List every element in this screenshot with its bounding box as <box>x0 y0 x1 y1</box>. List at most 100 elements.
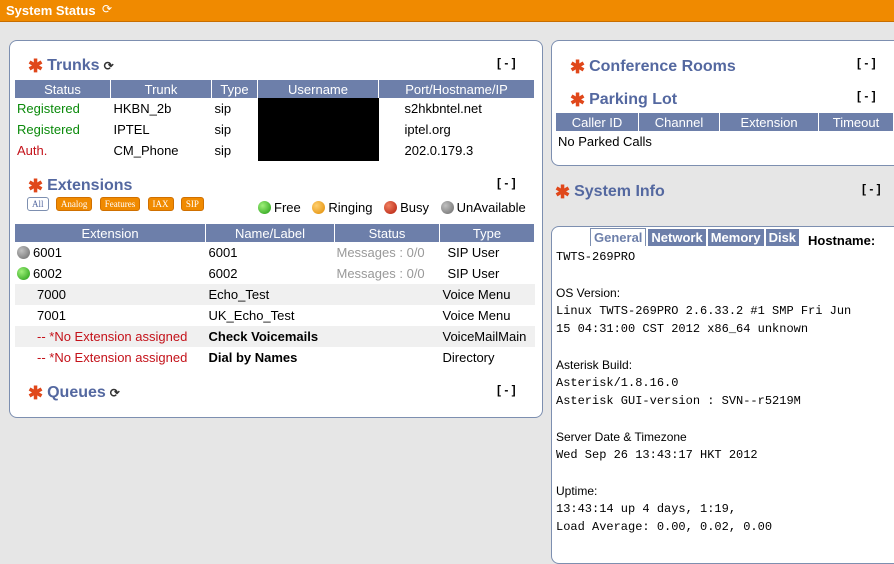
username-redacted <box>257 98 379 119</box>
username-redacted <box>257 119 379 140</box>
ext-status <box>334 284 440 305</box>
col-name: Name/Label <box>205 224 335 242</box>
extensions-title: ✱ Extensions <box>28 176 133 196</box>
tab-memory[interactable]: Memory <box>707 229 764 246</box>
trunk-host: s2hkbntel.net <box>404 101 482 116</box>
asterisk-line-2: Asterisk GUI-version : SVN--r5219M <box>556 394 801 408</box>
ext-name: UK_Echo_Test <box>208 308 295 323</box>
table-row: Registered HKBN_2b sip s2hkbntel.net <box>15 98 535 119</box>
parking-table: Caller ID Channel Extension Timeout No P… <box>556 113 894 152</box>
grey-dot-icon <box>17 246 30 259</box>
system-info-toggle[interactable]: [ - ] <box>862 182 881 196</box>
table-row: 7000 Echo_Test Voice Menu <box>15 284 535 305</box>
extensions-table: Extension Name/Label Status Type 6001 60… <box>15 224 535 368</box>
col-status: Status <box>15 80 111 98</box>
red-dot-icon <box>384 201 398 214</box>
table-row: Registered IPTEL sip iptel.org <box>15 119 535 140</box>
col-status: Status <box>334 224 440 242</box>
star-icon: ✱ <box>570 90 586 110</box>
grey-dot-icon <box>440 201 454 214</box>
parking-empty: No Parked Calls <box>558 134 652 149</box>
extension-filters: All Analog Features IAX SIP <box>27 196 208 211</box>
date-value: Wed Sep 26 13:43:17 HKT 2012 <box>556 448 758 462</box>
asterisk-label: Asterisk Build: <box>556 358 633 372</box>
col-username: Username <box>257 80 379 98</box>
ext-number: 7000 <box>15 284 206 305</box>
refresh-icon[interactable]: ⟳ <box>110 386 120 400</box>
conference-title: ✱ Conference Rooms <box>570 57 736 77</box>
status-legend: Free Ringing Busy UnAvailable <box>258 200 534 215</box>
system-info-title: ✱ System Info <box>555 182 665 202</box>
filter-analog[interactable]: Analog <box>55 197 93 211</box>
trunk-type: sip <box>214 101 232 116</box>
ext-name: Dial by Names <box>208 350 298 365</box>
legend-busy: Busy <box>384 200 429 215</box>
col-type: Type <box>211 80 258 98</box>
col-channel: Channel <box>638 113 720 131</box>
table-row: -- *No Extension assigned Dial by Names … <box>15 347 535 368</box>
star-icon: ✱ <box>28 176 44 196</box>
filter-all[interactable]: All <box>27 197 49 211</box>
ext-name: 6001 <box>208 245 238 260</box>
os-line-1: Linux TWTS-269PRO 2.6.33.2 #1 SMP Fri Ju… <box>556 304 852 318</box>
legend-unavailable: UnAvailable <box>440 200 526 215</box>
trunks-title: ✱ Trunks ⟳ <box>28 56 114 76</box>
green-dot-icon <box>258 201 271 214</box>
username-redacted <box>257 140 379 161</box>
trunk-type: sip <box>214 143 232 158</box>
ext-type: SIP User <box>447 266 500 281</box>
filter-iax[interactable]: IAX <box>147 197 174 211</box>
trunk-status: Auth. <box>17 143 48 158</box>
filter-sip[interactable]: SIP <box>180 197 204 211</box>
ext-status: Messages : 0/0 <box>336 245 425 260</box>
table-row: Auth. CM_Phone sip 202.0.179.3 <box>15 140 535 161</box>
col-caller-id: Caller ID <box>556 113 639 131</box>
tab-general[interactable]: General <box>590 228 647 246</box>
tab-disk[interactable]: Disk <box>765 229 800 246</box>
trunks-toggle[interactable]: [ - ] <box>497 56 516 70</box>
star-icon: ✱ <box>28 383 44 403</box>
trunk-host: iptel.org <box>404 122 451 137</box>
trunk-name: HKBN_2b <box>113 101 172 116</box>
hostname-value: TWTS-269PRO <box>556 250 636 264</box>
tab-network[interactable]: Network <box>648 229 706 246</box>
uptime-label: Uptime: <box>556 484 598 498</box>
ext-number: 6001 <box>15 242 206 263</box>
ext-type: Voice Menu <box>442 308 511 323</box>
ext-type: VoiceMailMain <box>439 326 535 347</box>
trunks-table: Status Trunk Type Username Port/Hostname… <box>15 80 535 161</box>
ext-number: -- *No Extension assigned <box>15 326 206 347</box>
hostname-label: Hostname: <box>808 233 876 248</box>
star-icon: ✱ <box>28 56 44 76</box>
trunk-status: Registered <box>17 101 80 116</box>
system-info-tabs: General Network Memory Disk <box>590 228 801 246</box>
trunk-host: 202.0.179.3 <box>404 143 474 158</box>
page-title: System Status <box>6 3 96 18</box>
table-row: 6001 6001 Messages : 0/0 SIP User <box>15 242 535 263</box>
ext-number: -- *No Extension assigned <box>37 350 188 365</box>
queues-toggle[interactable]: [ - ] <box>497 383 516 397</box>
table-row: 6002 6002 Messages : 0/0 SIP User <box>15 263 535 284</box>
ext-number: 7001 <box>37 308 66 323</box>
parking-toggle[interactable]: [ - ] <box>857 89 876 103</box>
conference-toggle[interactable]: [ - ] <box>857 56 876 70</box>
ext-status <box>335 347 440 368</box>
col-extension: Extension <box>15 224 206 242</box>
ext-status <box>335 305 440 326</box>
refresh-icon[interactable]: ⟳ <box>104 59 114 73</box>
col-trunk: Trunk <box>110 80 212 98</box>
filter-features[interactable]: Features <box>99 197 141 211</box>
col-extension: Extension <box>719 113 819 131</box>
legend-free: Free <box>258 200 301 215</box>
ext-status <box>334 326 440 347</box>
ext-number: 6002 <box>15 263 206 284</box>
extensions-toggle[interactable]: [ - ] <box>497 176 516 190</box>
legend-ringing: Ringing <box>312 200 372 215</box>
refresh-icon[interactable]: ⟳ <box>102 2 112 16</box>
trunk-type: sip <box>214 122 232 137</box>
col-type: Type <box>439 224 535 242</box>
col-timeout: Timeout <box>818 113 894 131</box>
table-row: -- *No Extension assigned Check Voicemai… <box>15 326 535 347</box>
os-line-2: 15 04:31:00 CST 2012 x86_64 unknown <box>556 322 809 336</box>
asterisk-line-1: Asterisk/1.8.16.0 <box>556 376 679 390</box>
